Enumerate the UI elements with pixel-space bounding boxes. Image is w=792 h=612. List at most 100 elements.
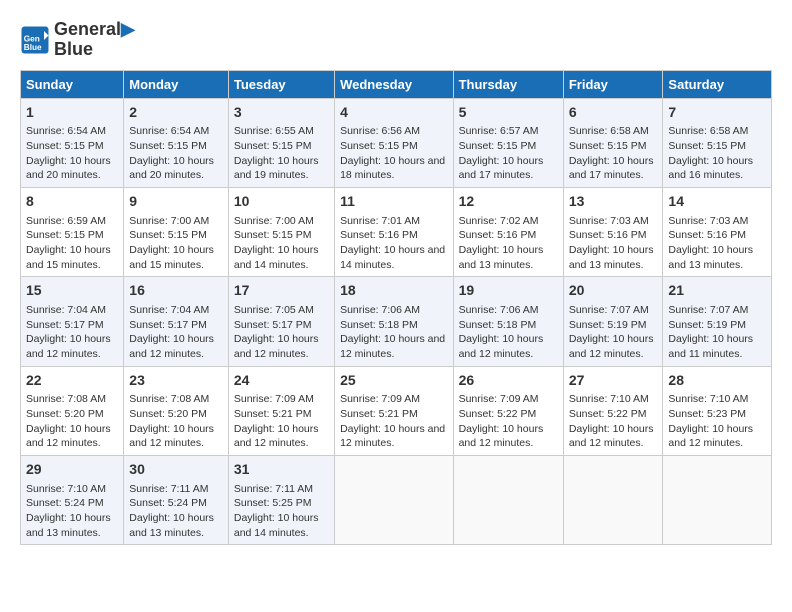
daylight-label: Daylight: 10 hours and 12 minutes. <box>340 333 445 360</box>
day-cell: 16Sunrise: 7:04 AMSunset: 5:17 PMDayligh… <box>124 277 229 366</box>
day-number: 18 <box>340 281 447 301</box>
header-cell-monday: Monday <box>124 70 229 98</box>
sunrise-text: Sunrise: 6:58 AM <box>569 125 649 137</box>
sunrise-text: Sunrise: 7:00 AM <box>234 215 314 227</box>
day-cell: 15Sunrise: 7:04 AMSunset: 5:17 PMDayligh… <box>21 277 124 366</box>
daylight-label: Daylight: 10 hours and 17 minutes. <box>459 155 544 182</box>
day-number: 21 <box>668 281 766 301</box>
day-cell: 7Sunrise: 6:58 AMSunset: 5:15 PMDaylight… <box>663 98 772 187</box>
day-cell: 22Sunrise: 7:08 AMSunset: 5:20 PMDayligh… <box>21 366 124 455</box>
day-cell: 29Sunrise: 7:10 AMSunset: 5:24 PMDayligh… <box>21 455 124 544</box>
sunset-text: Sunset: 5:18 PM <box>459 319 537 331</box>
day-number: 4 <box>340 103 447 123</box>
sunset-text: Sunset: 5:21 PM <box>234 408 312 420</box>
day-number: 29 <box>26 460 118 480</box>
day-number: 2 <box>129 103 223 123</box>
sunrise-text: Sunrise: 7:00 AM <box>129 215 209 227</box>
day-cell: 25Sunrise: 7:09 AMSunset: 5:21 PMDayligh… <box>335 366 453 455</box>
day-number: 31 <box>234 460 329 480</box>
day-number: 1 <box>26 103 118 123</box>
day-number: 3 <box>234 103 329 123</box>
sunrise-text: Sunrise: 7:07 AM <box>569 304 649 316</box>
sunrise-text: Sunrise: 7:01 AM <box>340 215 420 227</box>
daylight-label: Daylight: 10 hours and 16 minutes. <box>668 155 753 182</box>
sunrise-text: Sunrise: 7:11 AM <box>234 483 313 495</box>
sunset-text: Sunset: 5:17 PM <box>26 319 104 331</box>
daylight-label: Daylight: 10 hours and 13 minutes. <box>569 244 654 271</box>
logo-icon: Gen Blue <box>20 25 50 55</box>
daylight-label: Daylight: 10 hours and 19 minutes. <box>234 155 319 182</box>
sunrise-text: Sunrise: 7:05 AM <box>234 304 314 316</box>
header-cell-sunday: Sunday <box>21 70 124 98</box>
daylight-label: Daylight: 10 hours and 17 minutes. <box>569 155 654 182</box>
sunrise-text: Sunrise: 7:07 AM <box>668 304 748 316</box>
calendar-table: SundayMondayTuesdayWednesdayThursdayFrid… <box>20 70 772 546</box>
day-number: 8 <box>26 192 118 212</box>
daylight-label: Daylight: 10 hours and 13 minutes. <box>459 244 544 271</box>
day-number: 28 <box>668 371 766 391</box>
sunrise-text: Sunrise: 7:04 AM <box>129 304 209 316</box>
daylight-label: Daylight: 10 hours and 11 minutes. <box>668 333 753 360</box>
daylight-label: Daylight: 10 hours and 15 minutes. <box>129 244 214 271</box>
page-header: Gen Blue General▶ Blue <box>20 20 772 60</box>
day-number: 10 <box>234 192 329 212</box>
week-row-1: 1 Sunrise: 6:54 AM Sunset: 5:15 PM Daylight… <box>21 98 772 187</box>
sunrise-text: Sunrise: 7:06 AM <box>340 304 420 316</box>
sunrise-text: Sunrise: 6:55 AM <box>234 125 314 137</box>
week-row-4: 22Sunrise: 7:08 AMSunset: 5:20 PMDayligh… <box>21 366 772 455</box>
daylight-label: Daylight: 10 hours and 12 minutes. <box>26 423 111 450</box>
daylight-label: Daylight: 10 hours and 20 minutes. <box>129 155 214 182</box>
sunset-text: Sunset: 5:22 PM <box>459 408 537 420</box>
sunrise-text: Sunrise: 7:11 AM <box>129 483 208 495</box>
sunrise-text: Sunrise: 7:09 AM <box>340 393 420 405</box>
sunset-text: Sunset: 5:20 PM <box>129 408 207 420</box>
sunset-text: Sunset: 5:16 PM <box>340 229 418 241</box>
daylight-label: Daylight: 10 hours and 20 minutes. <box>26 155 111 182</box>
sunset-text: Sunset: 5:24 PM <box>129 497 207 509</box>
daylight-label: Daylight: 10 hours and 13 minutes. <box>668 244 753 271</box>
day-number: 6 <box>569 103 658 123</box>
day-cell <box>453 455 563 544</box>
day-cell: 9Sunrise: 7:00 AMSunset: 5:15 PMDaylight… <box>124 187 229 276</box>
sunrise-text: Sunrise: 7:10 AM <box>569 393 649 405</box>
day-cell <box>663 455 772 544</box>
day-number: 5 <box>459 103 558 123</box>
sunset-text: Sunset: 5:15 PM <box>26 229 104 241</box>
day-number: 23 <box>129 371 223 391</box>
day-cell: 19Sunrise: 7:06 AMSunset: 5:18 PMDayligh… <box>453 277 563 366</box>
day-cell: 1Sunrise: 6:54 AMSunset: 5:15 PMDaylight… <box>21 98 124 187</box>
day-cell: 17Sunrise: 7:05 AMSunset: 5:17 PMDayligh… <box>228 277 334 366</box>
sunset-text: Sunset: 5:23 PM <box>668 408 746 420</box>
logo-text: General▶ Blue <box>54 20 135 60</box>
header-cell-tuesday: Tuesday <box>228 70 334 98</box>
day-cell: 14Sunrise: 7:03 AMSunset: 5:16 PMDayligh… <box>663 187 772 276</box>
sunset-text: Sunset: 5:24 PM <box>26 497 104 509</box>
day-number: 17 <box>234 281 329 301</box>
day-cell: 30Sunrise: 7:11 AMSunset: 5:24 PMDayligh… <box>124 455 229 544</box>
daylight-label: Daylight: 10 hours and 12 minutes. <box>340 423 445 450</box>
day-number: 15 <box>26 281 118 301</box>
day-cell: 21Sunrise: 7:07 AMSunset: 5:19 PMDayligh… <box>663 277 772 366</box>
calendar-header: SundayMondayTuesdayWednesdayThursdayFrid… <box>21 70 772 98</box>
day-cell: 31Sunrise: 7:11 AMSunset: 5:25 PMDayligh… <box>228 455 334 544</box>
sunrise-text: Sunrise: 7:09 AM <box>459 393 539 405</box>
sunrise-text: Sunrise: 7:08 AM <box>26 393 106 405</box>
week-row-3: 15 Sunrise: 7:04 AM Sunset: 5:17 PM Dayligh… <box>21 277 772 366</box>
daylight-label: Daylight: 10 hours and 12 minutes. <box>26 333 111 360</box>
day-number: 11 <box>340 192 447 212</box>
header-cell-thursday: Thursday <box>453 70 563 98</box>
daylight-label: Daylight: 10 hours and 12 minutes. <box>234 423 319 450</box>
day-number: 25 <box>340 371 447 391</box>
day-cell <box>563 455 663 544</box>
daylight-label: Daylight: 10 hours and 12 minutes. <box>668 423 753 450</box>
day-number: 9 <box>129 192 223 212</box>
day-cell: 4Sunrise: 6:56 AMSunset: 5:15 PMDaylight… <box>335 98 453 187</box>
sunset-text: Sunset: 5:17 PM <box>129 319 207 331</box>
calendar-body: 1 Sunrise: 6:54 AM Sunset: 5:15 PM Daylight… <box>21 98 772 545</box>
header-cell-wednesday: Wednesday <box>335 70 453 98</box>
daylight-label: Daylight: 10 hours and 18 minutes. <box>340 155 445 182</box>
sunset-text: Sunset: 5:22 PM <box>569 408 647 420</box>
sunrise-text: Sunrise: 6:54 AM <box>26 125 106 137</box>
daylight-label: Daylight: 10 hours and 13 minutes. <box>26 512 111 539</box>
sunset-text: Sunset: 5:15 PM <box>340 140 418 152</box>
